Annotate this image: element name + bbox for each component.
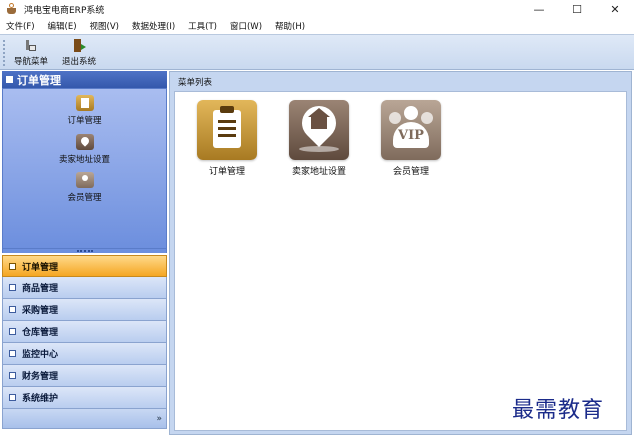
watermark-text: 最需教育 [512, 398, 605, 423]
group-icon [9, 262, 16, 270]
nav-menu-button[interactable]: 导航菜单 [10, 39, 52, 69]
module-accordion: 订单管理 商品管理 采购管理 仓库管理 监控中心 财务管理 系统维护 » [2, 255, 167, 429]
nav-item-label: 订单管理 [67, 116, 102, 126]
location-pin-icon [75, 134, 94, 150]
group-icon [9, 372, 16, 379]
menu-edit[interactable]: 编辑(E) [48, 20, 77, 32]
group-label: 订单管理 [22, 262, 59, 273]
group-label: 财务管理 [22, 372, 59, 382]
group-order-management[interactable]: 订单管理 [2, 255, 167, 277]
group-icon [9, 306, 16, 313]
tile-seller-address[interactable]: 卖家地址设置 [282, 98, 356, 177]
navigation-icon [24, 39, 38, 53]
menu-list-body: 订单管理 卖家地址设置 VIP 会员管理 [174, 91, 627, 431]
group-label: 监控中心 [22, 350, 59, 360]
toolbar-grip[interactable] [3, 40, 5, 66]
group-product-management[interactable]: 商品管理 [2, 277, 167, 299]
group-finance-management[interactable]: 财务管理 [2, 365, 167, 387]
group-icon [9, 284, 16, 291]
vip-text: VIP [398, 128, 424, 143]
title-bar: 鸿电宝电商ERP系统 — ☐ ✕ [0, 0, 634, 18]
exit-system-button[interactable]: 退出系统 [58, 39, 100, 69]
group-icon [9, 350, 16, 357]
panel-splitter[interactable] [2, 249, 167, 253]
group-label: 系统维护 [22, 394, 59, 404]
close-button[interactable]: ✕ [596, 0, 634, 18]
nav-item-label: 会员管理 [67, 193, 102, 203]
vip-member-icon [75, 172, 94, 188]
group-label: 商品管理 [22, 284, 59, 294]
group-icon [9, 328, 16, 335]
maximize-button[interactable]: ☐ [558, 0, 596, 18]
nav-panel-body: 订单管理 卖家地址设置 会员管理 [2, 88, 167, 249]
tile-order-management[interactable]: 订单管理 [190, 100, 264, 177]
menu-help[interactable]: 帮助(H) [275, 20, 305, 32]
tile-label: 订单管理 [208, 167, 245, 177]
app-icon [6, 3, 18, 15]
accordion-footer: » [2, 409, 167, 429]
nav-item-seller-address[interactable]: 卖家地址设置 [3, 134, 166, 165]
exit-system-label: 退出系统 [61, 57, 96, 67]
nav-panel-header: 订单管理 [2, 71, 167, 88]
window-controls: — ☐ ✕ [520, 0, 634, 18]
menu-file[interactable]: 文件(F) [6, 20, 35, 32]
group-purchase-management[interactable]: 采购管理 [2, 299, 167, 321]
menu-list-panel: 菜单列表 订单管理 卖家地址设置 VIP 会员管理 [169, 71, 632, 435]
group-system-maintenance[interactable]: 系统维护 [2, 387, 167, 409]
group-monitoring-center[interactable]: 监控中心 [2, 343, 167, 365]
menu-data-processing[interactable]: 数据处理(I) [132, 20, 175, 32]
toolbar: 导航菜单 退出系统 [0, 34, 634, 70]
tile-label: 卖家地址设置 [291, 167, 346, 177]
vip-member-icon: VIP [381, 100, 441, 160]
tile-label: 会员管理 [392, 167, 429, 177]
window-title: 鸿电宝电商ERP系统 [24, 5, 105, 16]
clipboard-icon [197, 100, 257, 160]
menu-view[interactable]: 视图(V) [90, 20, 119, 32]
clipboard-icon [75, 95, 94, 111]
nav-panel-title: 订单管理 [17, 73, 61, 87]
nav-item-order-management[interactable]: 订单管理 [3, 95, 166, 126]
menu-bar: 文件(F) 编辑(E) 视图(V) 数据处理(I) 工具(T) 窗口(W) 帮助… [0, 18, 634, 34]
navigation-panel: 订单管理 订单管理 卖家地址设置 会员管理 订单管理 商品管理 采购管理 仓库管… [2, 71, 167, 435]
minimize-button[interactable]: — [520, 0, 558, 18]
square-icon [6, 76, 13, 83]
group-label: 采购管理 [22, 306, 59, 316]
nav-menu-label: 导航菜单 [13, 57, 48, 67]
group-warehouse-management[interactable]: 仓库管理 [2, 321, 167, 343]
exit-door-icon [72, 39, 86, 53]
nav-item-label: 卖家地址设置 [58, 155, 110, 165]
group-label: 仓库管理 [22, 328, 59, 338]
menu-window[interactable]: 窗口(W) [230, 20, 262, 32]
group-icon [9, 394, 16, 401]
more-chevron-icon[interactable]: » [156, 414, 162, 424]
menu-tools[interactable]: 工具(T) [188, 20, 217, 32]
nav-item-member-management[interactable]: 会员管理 [3, 172, 166, 203]
tile-member-management[interactable]: VIP 会员管理 [374, 100, 448, 177]
menu-list-header: 菜单列表 [178, 77, 213, 88]
location-pin-icon [289, 98, 349, 160]
